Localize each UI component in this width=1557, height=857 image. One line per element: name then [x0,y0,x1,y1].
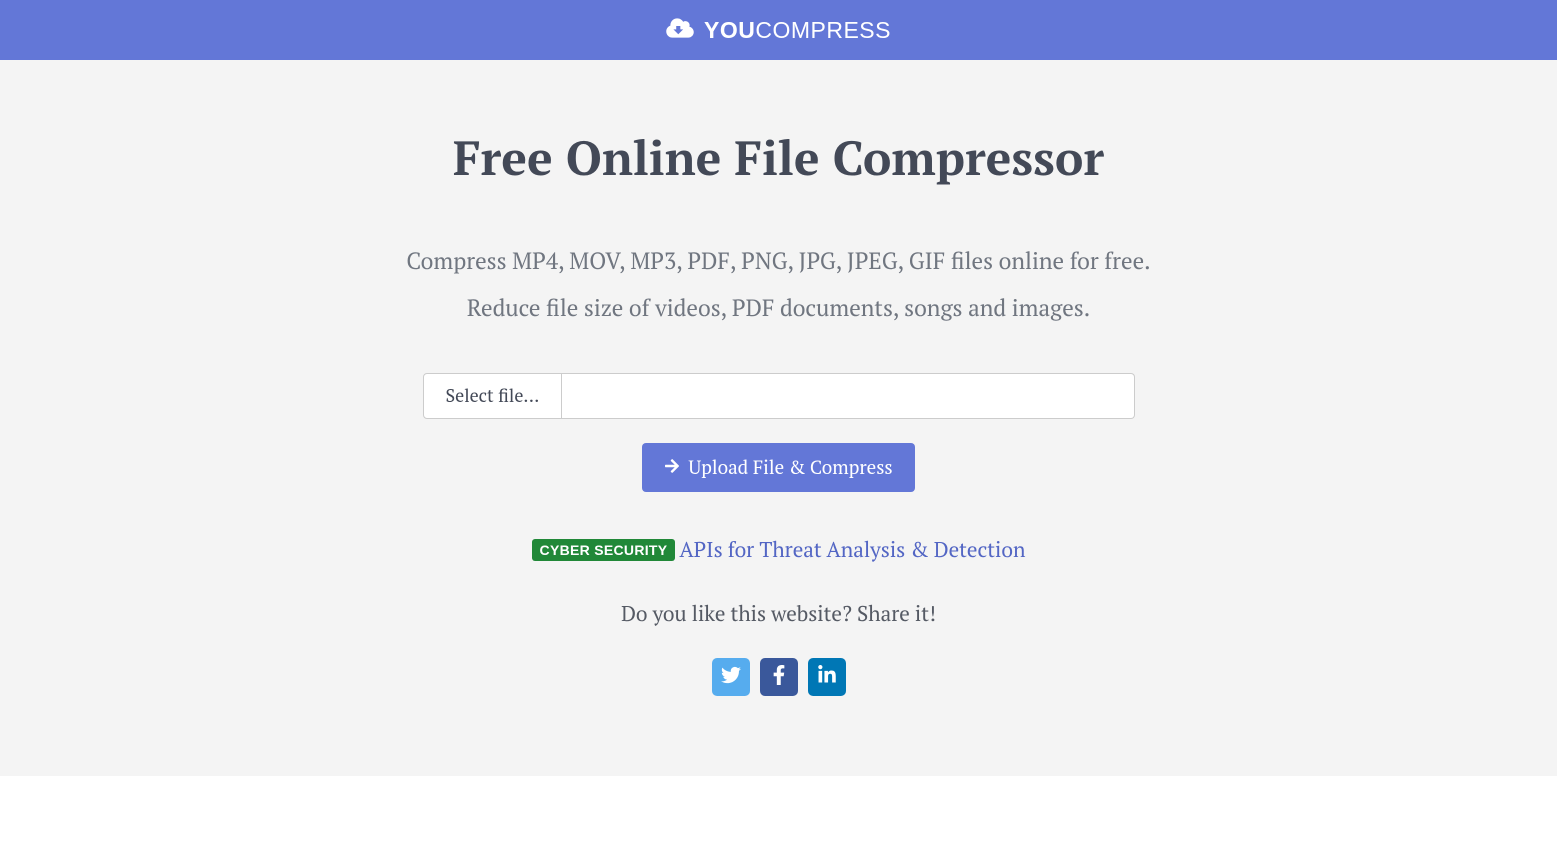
subtitle-1: Compress MP4, MOV, MP3, PDF, PNG, JPG, J… [20,244,1537,279]
hero-section: Free Online File Compressor Compress MP4… [0,60,1557,776]
cyber-security-badge: CYBER SECURITY [532,539,676,561]
upload-button-label: Upload File & Compress [688,455,892,480]
upload-compress-button[interactable]: Upload File & Compress [642,443,914,492]
logo[interactable]: YOUCOMPRESS [666,17,891,44]
file-path-input[interactable] [562,373,1134,419]
social-row [20,658,1537,696]
share-prompt: Do you like this website? Share it! [20,600,1537,628]
logo-text: YOUCOMPRESS [704,17,891,44]
facebook-icon [769,665,789,690]
share-facebook-button[interactable] [760,658,798,696]
site-header: YOUCOMPRESS [0,0,1557,60]
share-linkedin-button[interactable] [808,658,846,696]
promo-link[interactable]: APIs for Threat Analysis & Detection [679,536,1025,564]
promo-row: CYBER SECURITY APIs for Threat Analysis … [20,536,1537,564]
subtitle-2: Reduce file size of videos, PDF document… [20,291,1537,326]
page-title: Free Online File Compressor [20,125,1537,189]
file-select-row: Select file... [423,373,1135,419]
logo-light: COMPRESS [755,17,891,43]
select-file-button[interactable]: Select file... [423,373,563,419]
cloud-icon [666,17,694,44]
twitter-icon [721,665,741,690]
share-twitter-button[interactable] [712,658,750,696]
linkedin-icon [817,665,837,690]
arrow-right-icon [664,455,680,480]
logo-bold: YOU [704,17,755,43]
